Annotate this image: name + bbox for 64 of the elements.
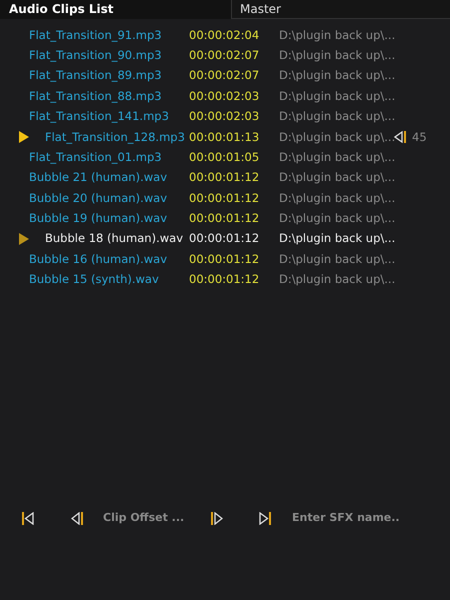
clip-path: D:\plugin back up\... — [279, 67, 394, 84]
clip-name: Bubble 15 (synth).wav — [29, 271, 160, 288]
clip-duration: 00:00:01:13 — [189, 128, 260, 146]
panel-title: Audio Clips List — [8, 1, 115, 18]
clip-duration: 00:00:01:12 — [189, 169, 260, 186]
go-to-end-button[interactable] — [259, 512, 271, 524]
clip-row[interactable]: Bubble 21 (human).wav 00:00:01:12 D:\plugin back up\... — [0, 168, 450, 188]
clip-duration: 00:00:02:07 — [189, 67, 260, 84]
clip-duration: 00:00:02:03 — [189, 108, 260, 126]
clip-path: D:\plugin back up\... — [279, 128, 394, 146]
clip-row[interactable]: Flat_Transition_90.mp3 00:00:02:07 D:\plugin back up\... — [0, 45, 450, 66]
clip-row[interactable]: Flat_Transition_88.mp3 00:00:02:03 D:\plugin back up\... — [0, 86, 450, 107]
clip-name: Flat_Transition_128.mp3 — [45, 128, 186, 146]
play-marker-icon — [19, 131, 29, 144]
clip-path: D:\plugin back up\... — [279, 108, 394, 126]
offset-value: 45 — [412, 128, 427, 146]
clip-path: D:\plugin back up\... — [279, 250, 394, 268]
clip-row[interactable]: Bubble 16 (human).wav 00:00:01:12 D:\plugin back up\... — [0, 249, 450, 270]
clip-duration: 00:00:02:04 — [189, 26, 260, 44]
clip-duration: 00:00:01:12 — [189, 250, 260, 268]
clip-name: Flat_Transition_91.mp3 — [29, 26, 163, 44]
clip-path: D:\plugin back up\... — [279, 271, 394, 288]
clip-offset-field[interactable]: Clip Offset ... — [101, 508, 197, 528]
clip-name: Bubble 16 (human).wav — [29, 250, 168, 268]
offset-marker-icon — [394, 131, 406, 144]
clip-duration: 00:00:01:12 — [189, 190, 260, 207]
clip-duration: 00:00:02:07 — [189, 46, 260, 64]
clip-row[interactable]: Flat_Transition_89.mp3 00:00:02:07 D:\plugin back up\... — [0, 66, 450, 86]
clip-path: D:\plugin back up\... — [279, 148, 394, 166]
clip-name: Bubble 19 (human).wav — [29, 210, 168, 228]
clip-row[interactable]: Bubble 19 (human).wav 00:00:01:12 D:\plugin back up\... — [0, 208, 450, 229]
clip-path: D:\plugin back up\... — [279, 230, 394, 248]
clip-name: Flat_Transition_88.mp3 — [29, 88, 163, 105]
clip-row[interactable]: Bubble 15 (synth).wav 00:00:01:12 D:\plugin back up\... — [0, 270, 450, 290]
clip-row[interactable]: Bubble 20 (human).wav 00:00:01:12 D:\plugin back up\... — [0, 188, 450, 209]
clip-row[interactable]: Flat_Transition_141.mp3 00:00:02:03 D:\plugin back up\... — [0, 106, 450, 127]
sfx-name-field[interactable]: Enter SFX name.. — [290, 508, 440, 528]
clip-duration: 00:00:01:12 — [189, 230, 260, 248]
clip-path: D:\plugin back up\... — [279, 46, 394, 64]
clip-row[interactable]: Flat_Transition_91.mp3 00:00:02:04 D:\plugin back up\... — [0, 25, 450, 46]
go-to-start-button[interactable] — [22, 512, 34, 524]
clip-name: Flat_Transition_89.mp3 — [29, 67, 163, 84]
clip-row[interactable]: Flat_Transition_128.mp3 00:00:01:13 D:\plugin back up\... 45 — [0, 126, 450, 148]
next-button[interactable] — [211, 512, 223, 524]
clip-name: Flat_Transition_141.mp3 — [29, 108, 170, 126]
previous-button[interactable] — [71, 512, 83, 524]
clip-name: Flat_Transition_90.mp3 — [29, 46, 163, 64]
clip-path: D:\plugin back up\... — [279, 169, 394, 186]
clip-path: D:\plugin back up\... — [279, 26, 394, 44]
clip-row[interactable]: Flat_Transition_01.mp3 00:00:01:05 D:\plugin back up\... — [0, 147, 450, 168]
clip-name: Bubble 21 (human).wav — [29, 169, 168, 186]
clip-duration: 00:00:01:12 — [189, 210, 260, 228]
clip-duration: 00:00:02:03 — [189, 88, 260, 105]
clip-duration: 00:00:01:05 — [189, 148, 260, 166]
clip-name: Flat_Transition_01.mp3 — [29, 148, 163, 166]
clip-path: D:\plugin back up\... — [279, 210, 394, 228]
clip-path: D:\plugin back up\... — [279, 190, 394, 207]
clip-path: D:\plugin back up\... — [279, 88, 394, 105]
clip-duration: 00:00:01:12 — [189, 271, 260, 288]
clip-name: Bubble 20 (human).wav — [29, 190, 168, 207]
clip-row[interactable]: Bubble 18 (human).wav 00:00:01:12 D:\plugin back up\... — [0, 228, 450, 250]
bus-field[interactable]: Master — [231, 0, 450, 19]
clip-name: Bubble 18 (human).wav — [45, 230, 184, 248]
play-marker-icon — [19, 233, 29, 246]
